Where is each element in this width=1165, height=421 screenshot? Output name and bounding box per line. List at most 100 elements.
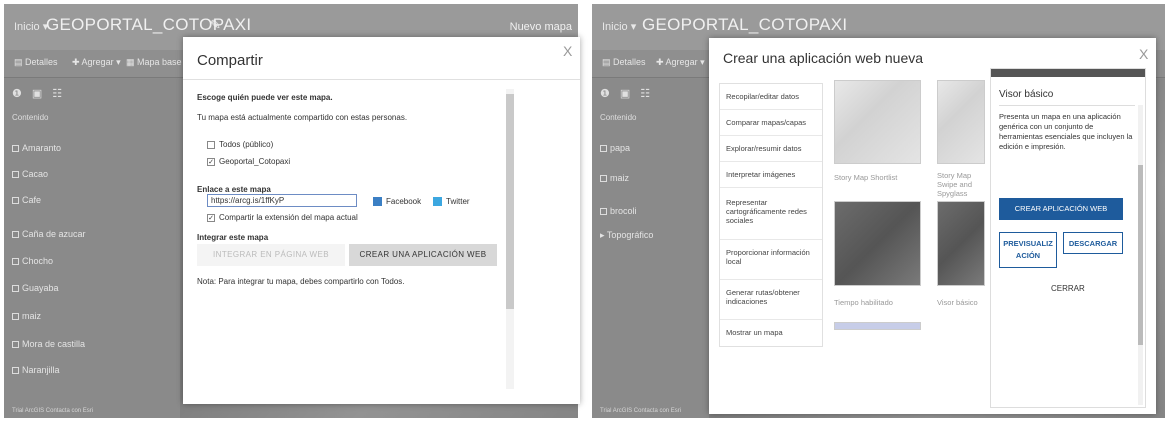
- contents-icon[interactable]: ▣: [620, 88, 630, 100]
- expand-icon[interactable]: ▸: [600, 230, 607, 240]
- create-app-button[interactable]: CREAR UNA APLICACIÓN WEB: [349, 244, 497, 266]
- option-everyone[interactable]: Todos (público): [207, 140, 273, 149]
- layer-label: maiz: [610, 173, 630, 183]
- layer-item[interactable]: Guayaba: [12, 283, 59, 293]
- layer-label: Amaranto: [22, 143, 62, 153]
- template-thumbnail[interactable]: [937, 80, 985, 164]
- embed-webpage-button[interactable]: INTEGRAR EN PÁGINA WEB: [197, 244, 345, 266]
- layer-item[interactable]: Caña de azucar: [12, 229, 86, 239]
- template-thumbnail[interactable]: [834, 80, 921, 164]
- category-item[interactable]: Mostrar un mapa: [720, 320, 822, 346]
- layer-item[interactable]: maiz: [600, 173, 629, 183]
- share-extent-option[interactable]: ✓ Compartir la extensión del mapa actual: [207, 213, 358, 222]
- layer-checkbox[interactable]: [12, 231, 19, 239]
- layer-label: Mora de castilla: [22, 339, 86, 349]
- layer-item[interactable]: maiz: [12, 311, 41, 321]
- details-label: Detalles: [25, 57, 58, 67]
- layer-label: Naranjilla: [22, 365, 60, 375]
- detail-preview-strip: [991, 69, 1145, 77]
- layer-checkbox[interactable]: [12, 285, 19, 293]
- scrollbar[interactable]: [506, 89, 514, 389]
- scrollbar-thumb[interactable]: [1138, 165, 1143, 345]
- scrollbar-thumb[interactable]: [506, 94, 514, 309]
- layer-item[interactable]: brocoli: [600, 206, 637, 216]
- edit-pencil-icon[interactable]: ✎: [210, 17, 221, 33]
- embed-label: Integrar este mapa: [197, 233, 269, 242]
- add-button[interactable]: ✚ Agregar ▾: [656, 57, 705, 68]
- category-item[interactable]: Explorar/resumir datos: [720, 136, 822, 162]
- detail-title: Visor básico: [999, 89, 1054, 100]
- legend-icon[interactable]: ☷: [640, 88, 650, 100]
- layer-checkbox[interactable]: [12, 313, 19, 321]
- share-extent-checkbox[interactable]: ✓: [207, 213, 215, 222]
- layer-checkbox[interactable]: [12, 367, 19, 375]
- layer-item[interactable]: Amaranto: [12, 143, 61, 153]
- details-button[interactable]: ▤ Detalles: [602, 57, 646, 68]
- map-link-input[interactable]: [207, 194, 357, 207]
- basemap-button[interactable]: ▦ Mapa base: [126, 57, 182, 68]
- add-label: Agregar ▾: [81, 57, 121, 67]
- footer-links[interactable]: Trial ArcGIS Contacta con Esri: [600, 408, 681, 414]
- close-icon[interactable]: X: [563, 43, 572, 59]
- layer-checkbox[interactable]: [600, 208, 607, 216]
- facebook-button[interactable]: Facebook: [373, 197, 421, 207]
- layer-item[interactable]: Mora de castilla: [12, 339, 85, 349]
- layer-item[interactable]: Chocho: [12, 256, 53, 266]
- divider: [999, 105, 1135, 106]
- layer-checkbox[interactable]: [12, 341, 19, 349]
- contents-icon[interactable]: ▣: [32, 88, 42, 100]
- create-app-dialog: Crear una aplicación web nueva X Recopil…: [709, 38, 1156, 414]
- legend-icon[interactable]: ☷: [52, 88, 62, 100]
- category-item[interactable]: Generar rutas/obtener indicaciones: [720, 280, 822, 320]
- layer-checkbox[interactable]: [600, 175, 607, 183]
- sidebar-icons: ❶ ▣ ☷: [600, 87, 660, 100]
- scrollbar[interactable]: [1138, 105, 1143, 405]
- divider: [183, 79, 580, 80]
- layer-label: Caña de azucar: [22, 229, 86, 239]
- category-item[interactable]: Representar cartográficamente redes soci…: [720, 188, 822, 240]
- layer-checkbox[interactable]: [12, 145, 19, 153]
- category-item[interactable]: Recopilar/editar datos: [720, 84, 822, 110]
- layer-checkbox[interactable]: [600, 145, 607, 153]
- layer-checkbox[interactable]: [12, 258, 19, 266]
- close-button[interactable]: CERRAR: [1051, 284, 1085, 293]
- layer-item[interactable]: Naranjilla: [12, 365, 60, 375]
- details-button[interactable]: ▤ Detalles: [14, 57, 58, 68]
- create-web-app-button[interactable]: CREAR APLICACIÓN WEB: [999, 198, 1123, 220]
- preview-button[interactable]: PREVISUALIZ ACIÓN: [999, 232, 1057, 268]
- layer-item[interactable]: Cacao: [12, 169, 48, 179]
- basemap-label: Mapa base: [137, 57, 182, 67]
- layer-item[interactable]: papa: [600, 143, 630, 153]
- choose-label: Escoge quién puede ver este mapa.: [197, 93, 333, 102]
- layer-item[interactable]: Cafe: [12, 195, 41, 205]
- home-dropdown[interactable]: Inicio ▾: [602, 20, 636, 33]
- category-item[interactable]: Interpretar imágenes: [720, 162, 822, 188]
- layer-checkbox[interactable]: [12, 197, 19, 205]
- template-thumbnail[interactable]: [834, 322, 921, 330]
- category-item[interactable]: Comparar mapas/capas: [720, 110, 822, 136]
- footer-links[interactable]: Trial ArcGIS Contacta con Esri: [12, 408, 93, 414]
- link-label: Enlace a este mapa: [197, 185, 271, 194]
- group-checkbox[interactable]: ✓: [207, 157, 215, 166]
- layer-checkbox[interactable]: [12, 171, 19, 179]
- template-thumbnail[interactable]: [937, 201, 985, 286]
- everyone-label: Todos (público): [219, 140, 274, 149]
- map-title: GEOPORTAL_COTOPAXI: [642, 15, 848, 34]
- everyone-checkbox[interactable]: [207, 140, 215, 149]
- layer-item[interactable]: ▸ Topográfico: [600, 230, 653, 241]
- category-item[interactable]: Proporcionar información local: [720, 240, 822, 280]
- download-button[interactable]: DESCARGAR: [1063, 232, 1123, 254]
- option-group[interactable]: ✓ Geoportal_Cotopaxi: [207, 157, 290, 166]
- info-icon[interactable]: ❶: [600, 88, 610, 100]
- template-thumbnail[interactable]: [834, 201, 921, 286]
- info-icon[interactable]: ❶: [12, 88, 22, 100]
- new-map-link[interactable]: Nuevo mapa: [510, 21, 572, 33]
- home-dropdown[interactable]: Inicio ▾: [14, 20, 48, 33]
- add-button[interactable]: ✚ Agregar ▾: [72, 57, 121, 68]
- layer-label: brocoli: [610, 206, 637, 216]
- layer-label: Topográfico: [606, 230, 654, 240]
- right-screenshot: Inicio ▾ GEOPORTAL_COTOPAXI ▤ Detalles ✚…: [592, 4, 1165, 418]
- contents-heading: Contenido: [12, 113, 49, 122]
- twitter-button[interactable]: Twitter: [433, 197, 470, 207]
- close-icon[interactable]: X: [1139, 46, 1148, 62]
